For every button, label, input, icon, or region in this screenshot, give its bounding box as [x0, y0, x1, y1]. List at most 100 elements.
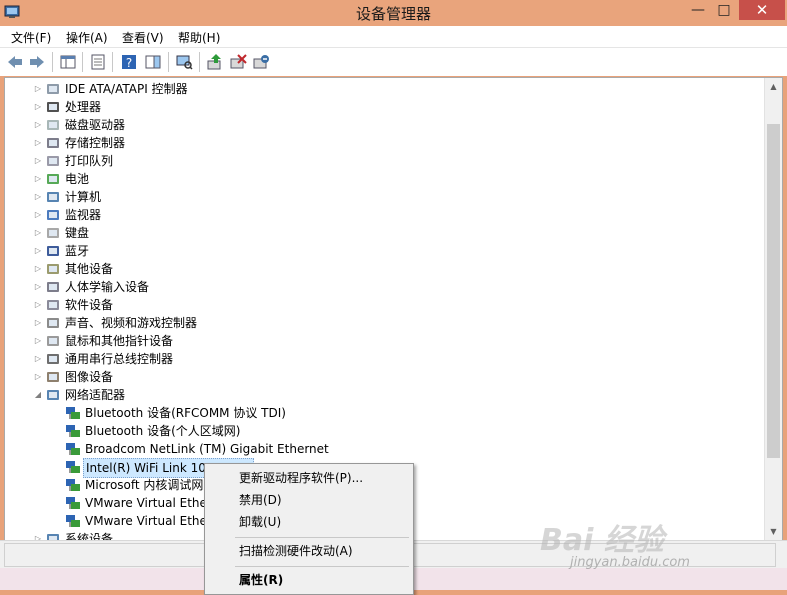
tree-item-label: 网络适配器	[65, 388, 126, 402]
printer-icon	[47, 156, 59, 166]
expand-arrow-icon[interactable]: ▷	[33, 260, 43, 278]
expand-arrow-icon[interactable]: ▷	[33, 368, 43, 386]
computer-scan-icon[interactable]	[175, 53, 193, 71]
menu-bar: 文件(F) 操作(A) 查看(V) 帮助(H)	[0, 26, 787, 47]
expand-arrow-icon[interactable]: ▷	[33, 224, 43, 242]
storage-controller-icon	[47, 138, 59, 148]
expand-arrow-icon[interactable]: ▷	[33, 350, 43, 368]
processor-icon	[47, 102, 59, 112]
collapse-arrow-icon[interactable]: ◢	[33, 386, 43, 404]
tree-item-label: Bluetooth 设备(RFCOMM 协议 TDI)	[85, 406, 286, 420]
context-disable[interactable]: 禁用(D)	[239, 490, 282, 510]
context-scan-hardware[interactable]: 扫描检测硬件改动(A)	[239, 541, 353, 561]
network-adapter-icon	[66, 425, 80, 437]
expand-arrow-icon[interactable]: ▷	[33, 278, 43, 296]
tree-item-label: Microsoft 内核调试网	[85, 478, 204, 492]
show-hide-action-pane-icon[interactable]	[144, 53, 162, 71]
menu-action[interactable]: 操作(A)	[66, 29, 108, 46]
expand-arrow-icon[interactable]: ▷	[33, 206, 43, 224]
tree-item-label: IDE ATA/ATAPI 控制器	[65, 82, 188, 96]
tree-item-label: 监视器	[65, 208, 102, 222]
expand-arrow-icon[interactable]: ▷	[33, 188, 43, 206]
disable-device-icon[interactable]	[229, 53, 247, 71]
tree-item-label: 计算机	[65, 190, 102, 204]
tree-item-label: 软件设备	[65, 298, 114, 312]
tree-item-label: 键盘	[65, 226, 90, 240]
maximize-button[interactable]: □	[711, 0, 737, 20]
tree-item-label: 图像设备	[65, 370, 114, 384]
tree-item-label: 鼠标和其他指针设备	[65, 334, 174, 348]
back-arrow-icon[interactable]	[6, 53, 24, 71]
expand-arrow-icon[interactable]: ▷	[33, 296, 43, 314]
network-adapter-icon	[66, 515, 80, 527]
disk-drive-icon	[47, 120, 59, 130]
minimize-button[interactable]: —	[685, 0, 711, 20]
title-bar[interactable]: 设备管理器 — □ ✕	[0, 0, 787, 26]
watermark-logo: Bai 经验	[540, 523, 664, 558]
network-adapter-icon	[66, 443, 80, 455]
context-separator	[235, 566, 409, 567]
expand-arrow-icon[interactable]: ▷	[33, 242, 43, 260]
tree-item-label: 人体学输入设备	[65, 280, 150, 294]
tree-item-label: 通用串行总线控制器	[65, 352, 174, 366]
menu-file[interactable]: 文件(F)	[11, 29, 51, 46]
expand-arrow-icon[interactable]: ▷	[33, 170, 43, 188]
tree-item-label: Broadcom NetLink (TM) Gigabit Ethernet	[85, 442, 329, 456]
tree-item-label: VMware Virtual Ethe	[85, 496, 207, 510]
network-adapter-icon	[66, 407, 80, 419]
context-separator	[235, 537, 409, 538]
mouse-icon	[47, 336, 59, 346]
keyboard-icon	[47, 228, 59, 238]
expand-arrow-icon[interactable]: ▷	[33, 134, 43, 152]
other-devices-icon	[47, 264, 59, 274]
scrollbar-thumb[interactable]	[767, 124, 780, 458]
tree-item-label: 其他设备	[65, 262, 114, 276]
bluetooth-icon	[47, 246, 59, 256]
window-title: 设备管理器	[355, 5, 431, 23]
expand-arrow-icon[interactable]: ▷	[33, 152, 43, 170]
help-icon[interactable]: ?	[120, 53, 138, 71]
hid-icon	[47, 282, 59, 292]
scroll-up-arrow-icon[interactable]: ▲	[765, 78, 782, 95]
expand-arrow-icon[interactable]: ▷	[33, 116, 43, 134]
battery-icon	[47, 174, 59, 184]
tree-item-label: 电池	[65, 172, 90, 186]
expand-arrow-icon[interactable]: ▷	[33, 80, 43, 98]
network-adapter-icon	[66, 479, 80, 491]
context-update-driver[interactable]: 更新驱动程序软件(P)...	[239, 468, 363, 488]
watermark-url: jingyan.baidu.com	[570, 555, 690, 570]
vertical-scrollbar[interactable]: ▲ ▼	[764, 78, 782, 540]
tree-item-label: 打印队列	[65, 154, 114, 168]
tree-item-label: 声音、视频和游戏控制器	[65, 316, 198, 330]
show-hide-console-tree-icon[interactable]	[59, 53, 77, 71]
tree-item-label: Bluetooth 设备(个人区域网)	[85, 424, 241, 438]
toolbar: ?	[0, 47, 787, 76]
speaker-icon	[47, 318, 59, 328]
expand-arrow-icon[interactable]: ▷	[33, 98, 43, 116]
tree-item-label: 蓝牙	[65, 244, 90, 258]
computer-icon	[47, 192, 59, 202]
software-device-icon	[47, 300, 59, 310]
tree-item-label: VMware Virtual Ethe	[85, 514, 207, 528]
tree-item-label: 处理器	[65, 100, 102, 114]
context-properties[interactable]: 属性(R)	[239, 570, 283, 590]
context-menu: 更新驱动程序软件(P)... 禁用(D) 卸载(U) 扫描检测硬件改动(A) 属…	[204, 463, 414, 595]
menu-view[interactable]: 查看(V)	[122, 29, 164, 46]
baidu-watermark: Bai 经验 jingyan.baidu.com	[540, 515, 785, 587]
context-uninstall[interactable]: 卸载(U)	[239, 512, 281, 532]
network-adapter-icon	[66, 497, 80, 509]
expand-arrow-icon[interactable]: ▷	[33, 314, 43, 332]
uninstall-device-icon[interactable]	[252, 53, 270, 71]
usb-icon	[47, 354, 59, 364]
tree-item-label: 存储控制器	[65, 136, 126, 150]
imaging-device-icon	[47, 372, 59, 382]
properties-icon[interactable]	[89, 53, 107, 71]
forward-arrow-icon[interactable]	[28, 53, 46, 71]
menu-help[interactable]: 帮助(H)	[178, 29, 220, 46]
close-button[interactable]: ✕	[739, 0, 785, 20]
update-driver-icon[interactable]	[206, 53, 224, 71]
monitor-icon	[47, 210, 59, 220]
network-adapter-icon	[47, 390, 59, 400]
network-adapter-icon	[66, 461, 80, 473]
expand-arrow-icon[interactable]: ▷	[33, 332, 43, 350]
